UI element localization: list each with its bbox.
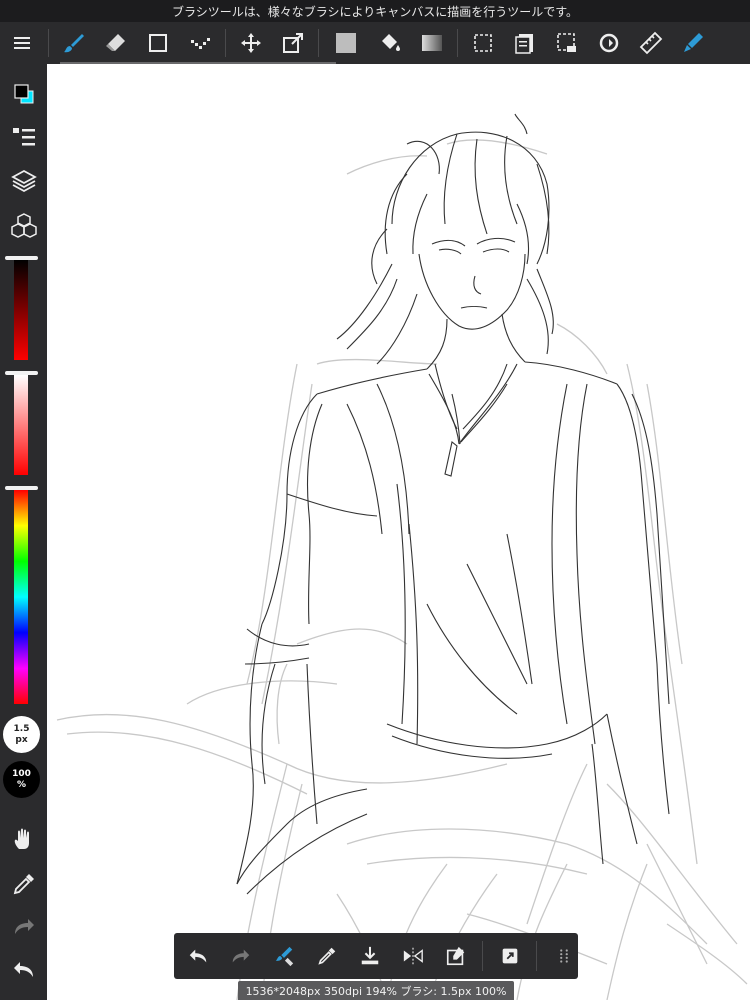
grid-menu-button[interactable] [542, 933, 585, 979]
fill-color-icon [336, 33, 356, 53]
move-tool-button[interactable] [230, 22, 272, 64]
brightness-slider[interactable] [14, 260, 28, 360]
save-icon [361, 946, 378, 965]
toolbar-divider [225, 29, 226, 57]
flip-icon [403, 947, 423, 965]
select-icon [474, 34, 492, 52]
undo-icon [13, 962, 33, 977]
brightness-slider-handle[interactable] [5, 256, 38, 260]
brush-eraser-toggle-button[interactable] [262, 933, 305, 979]
color-swatch-button[interactable] [0, 74, 47, 114]
flip-canvas-button[interactable] [391, 933, 434, 979]
brush-icon [64, 34, 84, 53]
shape-tool-button[interactable] [137, 22, 179, 64]
toolbar-divider [48, 29, 49, 57]
eraser-icon [106, 34, 125, 51]
hue-slider-handle[interactable] [5, 486, 38, 490]
brush-eraser-icon [275, 946, 293, 967]
saturation-slider[interactable] [14, 375, 28, 475]
dot-tool-button[interactable] [179, 22, 221, 64]
layers-icon [10, 169, 37, 193]
opacity-button[interactable]: 100 % [3, 761, 40, 798]
bottom-toolbar-divider [482, 941, 483, 971]
toolbar-divider [318, 29, 319, 57]
redo-icon [232, 949, 249, 963]
gradient-icon [422, 35, 442, 51]
dot-pen-icon [191, 38, 210, 49]
select-all-icon [557, 33, 576, 52]
hand-icon [14, 828, 29, 849]
layers-button[interactable] [0, 161, 47, 201]
cubes-icon [10, 213, 37, 238]
transform-icon [283, 33, 303, 53]
hue-slider[interactable] [14, 490, 28, 704]
bucket-icon [382, 34, 400, 51]
opacity-value: 100 [12, 768, 31, 779]
fullscreen-icon [502, 948, 517, 964]
drawing-canvas[interactable] [47, 64, 750, 1000]
undo-button[interactable] [0, 950, 47, 990]
brush-tool-button[interactable] [53, 22, 95, 64]
menu-button[interactable] [0, 22, 44, 64]
layer-panel-icon [515, 34, 533, 54]
opacity-unit: % [16, 779, 27, 790]
color-swatch-icon [13, 84, 33, 104]
canvas-status-bar: 1536*2048px 350dpi 194% ブラシ: 1.5px 100% [238, 981, 514, 1000]
menu-icon [14, 37, 30, 49]
eyedropper-button[interactable] [0, 864, 47, 904]
fullscreen-button[interactable] [488, 933, 531, 979]
sketch-artwork [56, 113, 748, 1000]
save-button[interactable] [348, 933, 391, 979]
bottom-redo-button[interactable] [219, 933, 262, 979]
eyedropper-icon [13, 874, 34, 895]
grid-icon [559, 949, 568, 963]
bucket-tool-button[interactable] [369, 22, 411, 64]
toolbar-divider [457, 29, 458, 57]
tool-hint-bar: ブラシツールは、様々なブラシによりキャンバスに描画を行うツールです。 [0, 0, 750, 22]
gradient-tool-button[interactable] [411, 22, 453, 64]
materials-button[interactable] [0, 205, 47, 245]
main-toolbar [0, 22, 750, 64]
tool-hint-text: ブラシツールは、様々なブラシによりキャンバスに描画を行うツールです。 [171, 4, 579, 19]
brush-size-unit: px [15, 734, 28, 745]
eraser-tool-button[interactable] [95, 22, 137, 64]
rectangle-icon [149, 34, 167, 52]
selection-tool-button[interactable] [462, 22, 504, 64]
ruler-button[interactable] [630, 22, 672, 64]
transform-tool-button[interactable] [272, 22, 314, 64]
undo-icon [189, 949, 206, 963]
brush-list-button[interactable] [0, 118, 47, 158]
rotate-button[interactable] [588, 22, 630, 64]
bottom-eyedropper-button[interactable] [305, 933, 348, 979]
pen-icon [684, 33, 703, 52]
redo-button[interactable] [0, 907, 47, 947]
clear-layer-button[interactable] [434, 933, 477, 979]
bottom-toolbar-divider [536, 941, 537, 971]
ruler-icon [639, 31, 663, 55]
brush-size-value: 1.5 [13, 723, 30, 734]
left-sidebar: 1.5 px 100 % [0, 64, 47, 1000]
hand-tool-button[interactable] [0, 820, 47, 860]
bottom-undo-button[interactable] [176, 933, 219, 979]
redo-icon [14, 919, 34, 934]
eyedropper-icon [317, 947, 335, 965]
rotate-icon [599, 33, 619, 53]
clear-icon [446, 946, 464, 966]
saturation-slider-handle[interactable] [5, 371, 38, 375]
layer-panel-button[interactable] [504, 22, 546, 64]
canvas-status-text: 1536*2048px 350dpi 194% ブラシ: 1.5px 100% [245, 984, 507, 998]
select-all-button[interactable] [546, 22, 588, 64]
pen-settings-button[interactable] [672, 22, 714, 64]
move-icon [241, 33, 261, 53]
brush-size-button[interactable]: 1.5 px [3, 716, 40, 753]
bottom-quick-toolbar [174, 933, 578, 979]
brush-list-icon [12, 128, 35, 146]
fill-color-button[interactable] [323, 22, 369, 64]
